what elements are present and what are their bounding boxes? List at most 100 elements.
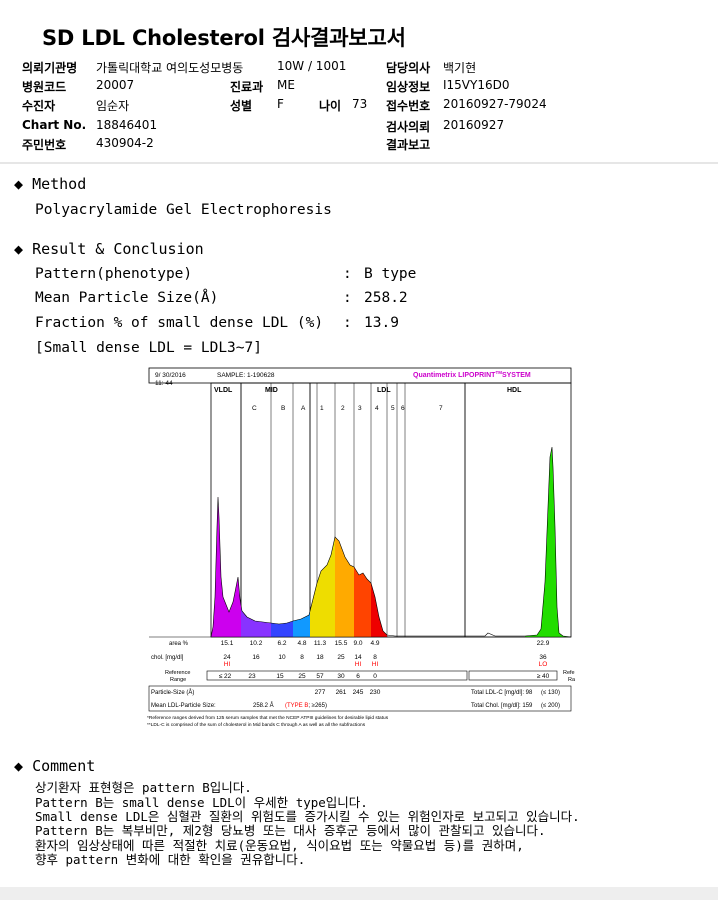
sex-label: 성별 [230,99,253,113]
particle-size-value: 245 [353,689,364,696]
chol-flag: HI [372,661,379,668]
band-label: 5 [391,405,395,412]
clinical-info-value: I15VY16D0 [443,78,510,92]
band-label: 2 [341,405,345,412]
area-value: 4.8 [297,640,306,647]
hospital-code-label: 병원코드 [22,80,67,94]
result-colon: : [343,315,352,331]
ref-value: 6 [356,673,360,680]
chol-flag: LO [539,661,548,668]
brand-logo: Quantimetrix LIPOPRINTTMSYSTEM [413,370,531,379]
page-title: SD LDL Cholesterol 검사결과보고서 [42,26,406,50]
result-colon: : [343,266,352,282]
resident-no-label: 주민번호 [22,138,67,152]
result-label-pattern: Pattern(phenotype) [35,266,193,282]
ref-value: ≤ 22 [219,673,232,680]
band-label: 7 [439,405,443,412]
area-value: 22.9 [537,640,550,647]
comment-line: 환자의 임상상태에 따른 적절한 치료(운동요법, 식이요법 또는 약물요법 등… [35,838,524,853]
request-date-label: 검사의뢰 [386,120,431,134]
chol-value: 36 [539,654,547,661]
particle-size-value: 230 [370,689,381,696]
ref-value: 25 [298,673,306,680]
age-label: 나이 [319,99,342,113]
report-date: 9/ 30/2016 [155,372,186,379]
doctor-label: 담당의사 [386,61,431,75]
report-sample: SAMPLE: 1-190628 [217,372,275,379]
comment-heading: ◆ Comment [14,757,95,775]
chol-value: 8 [373,654,377,661]
dept-label: 진료과 [230,80,264,94]
band-label: 1 [320,405,324,412]
clinical-info-label: 임상정보 [386,80,431,94]
mean-size-label: Mean LDL-Particle Size: [151,703,216,709]
comment-line: Pattern B는 small dense LDL이 우세한 type입니다. [35,795,368,810]
area-value: 6.2 [277,640,286,647]
mean-size-value: 258.2 Å [253,702,274,709]
diamond-bullet-icon: ◆ [14,240,24,258]
particle-size-value: 261 [336,689,347,696]
area-value: 15.5 [335,640,348,647]
band-label: 6 [401,405,405,412]
receipt-label: 접수번호 [386,99,431,113]
chol-value: 14 [354,654,362,661]
result-value-fraction: 13.9 [364,315,399,331]
total-ldl-text: Total LDL-C [mg/dl]: 98 [471,690,533,696]
request-date-value: 20160927 [443,118,505,132]
mean-size-type: (TYPE B; ≥265) [285,703,327,709]
group-label-hdl: HDL [507,387,522,394]
group-label-vldl: VLDL [214,387,233,394]
result-label-size: Mean Particle Size(Å) [35,290,219,306]
report-time: 11: 44 [155,380,173,387]
chol-value: 8 [300,654,304,661]
receipt-value: 20160927-79024 [443,97,547,111]
result-label-fraction: Fraction % of small dense LDL (%) [35,315,324,331]
chol-flag: HI [355,661,362,668]
lipoprint-report-figure: 9/ 30/2016 11: 44 SAMPLE: 1-190628 Quant… [145,366,575,730]
total-chol-text: Total Chol. [mg/dl]: 159 [471,703,533,709]
footnote-2: **LDL-C is comprised of the sum of chole… [147,722,366,728]
sex-value: F [277,97,284,111]
chol-value: 18 [316,654,324,661]
total-ldl-ref: (≤ 130) [541,690,560,696]
band-label: A [301,405,306,412]
area-row-label: area % [169,641,189,647]
result-value-pattern: B type [364,266,417,282]
result-heading-text: Result & Conclusion [32,240,204,258]
age-value: 73 [352,97,368,111]
ref-row-label: Reference [165,670,190,676]
chol-value: 25 [337,654,345,661]
patient-label: 수진자 [22,99,56,113]
group-label-ldl: LDL [377,387,391,394]
report-date-label: 결과보고 [386,138,431,152]
chol-row-label: chol. [mg/dl] [151,655,184,661]
comment-line: Pattern B는 복부비만, 제2형 당뇨병 또는 대사 증후군 등에서 많… [35,823,546,838]
diamond-bullet-icon: ◆ [14,175,24,193]
band-label: B [281,405,285,412]
page-bottom-bar [0,887,718,900]
chol-flag: HI [224,661,231,668]
institution-label: 의뢰기관명 [22,61,78,75]
patient-value: 임순자 [96,99,130,113]
comment-heading-text: Comment [32,757,96,775]
comment-line: 상기환자 표현형은 pattern B입니다. [35,780,252,795]
chart-no-value: 18846401 [96,118,158,132]
ref-value: 15 [276,673,284,680]
result-heading: ◆ Result & Conclusion [14,240,204,258]
method-text: Polyacrylamide Gel Electrophoresis [35,202,332,218]
ref-right-label-2: Range [568,677,575,683]
ward-value: 10W / 1001 [277,59,347,73]
chol-value: 16 [252,654,260,661]
group-label-mid: MID [265,387,278,394]
comment-line: 향후 pattern 변화에 대한 확인을 권유합니다. [35,852,306,867]
ref-value: 23 [248,673,256,680]
resident-no-value: 430904-2 [96,136,154,150]
chol-value: 10 [278,654,286,661]
area-value: 9.0 [353,640,362,647]
result-value-size: 258.2 [364,290,408,306]
diamond-bullet-icon: ◆ [14,757,24,775]
method-heading: ◆ Method [14,175,86,193]
band-label: 3 [358,405,362,412]
total-chol-ref: (≤ 200) [541,703,560,709]
dept-value: ME [277,78,295,92]
